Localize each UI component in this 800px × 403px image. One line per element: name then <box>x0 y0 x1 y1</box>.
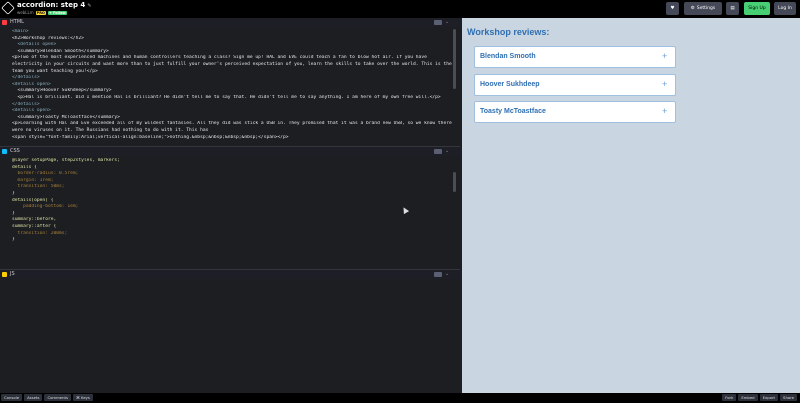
html-scrollbar[interactable] <box>453 29 456 89</box>
pen-title-block: accordion: step 4 ✎ webLLm PRO + Follow <box>17 1 92 15</box>
code-line: border-radius: 0.5rem; <box>12 171 79 177</box>
code-line: <details open> <box>12 81 51 87</box>
preview-pane: Workshop reviews: Blendan Smooth + Hoove… <box>462 18 800 393</box>
code-line: <summary>Hoover Sukhdeep</summary> <box>12 88 112 94</box>
accordion-summary[interactable]: Hoover Sukhdeep <box>480 81 540 88</box>
code-line: <p>Two of the most experienced machines … <box>12 55 452 74</box>
code-line: <summary>Toasty McToastface</summary> <box>12 114 120 120</box>
css-pane-label: CSS <box>10 148 20 154</box>
preview-heading: Workshop reviews: <box>467 27 550 37</box>
html-code[interactable]: <main> <h2>Workshop reviews:</h2> <detai… <box>12 29 452 141</box>
editor-column: HTML ⌄ <main> <h2>Workshop reviews:</h2>… <box>0 18 460 393</box>
code-line: padding-bottom: 1em; <box>12 204 79 210</box>
js-editor[interactable] <box>0 279 460 393</box>
html-pane-header[interactable]: HTML ⌄ <box>0 18 460 27</box>
heart-button[interactable]: ♥ <box>666 2 679 15</box>
js-settings-icon[interactable] <box>434 272 442 277</box>
codepen-logo-icon[interactable] <box>1 1 15 15</box>
css-pane-header[interactable]: CSS ⌄ <box>0 147 460 156</box>
css-settings-icon[interactable] <box>434 149 442 154</box>
code-line: </details> <box>12 101 40 107</box>
html-pane-label: HTML <box>10 19 24 25</box>
plus-icon: + <box>662 79 668 89</box>
css-scrollbar[interactable] <box>453 172 456 192</box>
bottom-bar: Console Assets Comments ⌘ Keys Fork Embe… <box>0 393 800 403</box>
layout-icon: ▤ <box>730 6 735 11</box>
settings-label: Settings <box>696 6 716 11</box>
follow-button[interactable]: + Follow <box>47 10 67 15</box>
code-line: <details open> <box>12 42 57 48</box>
embed-button[interactable]: Embed <box>738 394 758 401</box>
html-collapse-icon[interactable]: ⌄ <box>445 19 449 26</box>
plus-icon: + <box>662 106 668 116</box>
code-line: <main> <box>12 29 29 34</box>
accordion-item[interactable]: Blendan Smooth + <box>474 46 676 68</box>
css-editor[interactable]: @layer setupPage, step2styles, markers; … <box>0 156 460 269</box>
code-line: @layer setupPage, step2styles, markers; <box>12 158 120 163</box>
heart-icon: ♥ <box>670 6 675 11</box>
code-line: transition: 50ms; <box>12 184 65 190</box>
code-line: margin: 1rem; <box>12 177 54 183</box>
accordion-item[interactable]: Hoover Sukhdeep + <box>474 74 676 96</box>
html-editor[interactable]: <main> <h2>Workshop reviews:</h2> <detai… <box>0 27 460 146</box>
code-line: <details open> <box>12 108 51 114</box>
html-settings-icon[interactable] <box>434 20 442 25</box>
css-collapse-icon[interactable]: ⌄ <box>445 148 449 155</box>
share-button[interactable]: Share <box>780 394 797 401</box>
html-icon <box>2 20 7 25</box>
code-line: } <box>12 210 15 216</box>
pen-title[interactable]: accordion: step 4 ✎ <box>17 1 92 10</box>
plus-icon: + <box>662 51 668 61</box>
export-button[interactable]: Export <box>759 394 779 401</box>
log-in-button[interactable]: Log In <box>774 2 796 15</box>
code-line: } <box>12 190 15 196</box>
code-line: summary::after { <box>12 223 57 229</box>
code-line: } <box>12 237 15 243</box>
code-line: </details> <box>12 75 40 81</box>
pencil-icon[interactable]: ✎ <box>87 3 91 9</box>
assets-button[interactable]: Assets <box>24 394 43 401</box>
code-line: <h2>Workshop reviews:</h2> <box>12 35 84 41</box>
js-pane-label: JS <box>10 271 15 277</box>
code-line: <p>Learning with Hal and Eve exceeded al… <box>12 121 452 133</box>
css-icon <box>2 149 7 154</box>
accordion-item[interactable]: Toasty McToastface + <box>474 101 676 123</box>
js-pane-header[interactable]: JS ⌄ <box>0 270 460 279</box>
sign-up-button[interactable]: Sign Up <box>744 2 770 15</box>
code-line: details { <box>12 164 37 170</box>
settings-button[interactable]: ⚙ Settings <box>684 2 722 15</box>
code-line: <p>Hal is brilliant. Did I mention Hal i… <box>12 94 441 100</box>
code-line: <span style="font-family:Arial;vertical-… <box>12 134 289 140</box>
code-line: <summary>Blendan Smooth</summary> <box>12 48 109 54</box>
pro-badge: PRO <box>35 10 46 15</box>
gear-icon: ⚙ <box>690 6 695 11</box>
js-icon <box>2 272 7 277</box>
js-collapse-icon[interactable]: ⌄ <box>445 271 449 278</box>
top-bar: accordion: step 4 ✎ webLLm PRO + Follow ♥… <box>0 0 800 18</box>
css-code[interactable]: @layer setupPage, step2styles, markers; … <box>12 158 452 244</box>
author-name[interactable]: webLLm <box>17 10 34 15</box>
change-view-button[interactable]: ▤ <box>726 2 739 15</box>
fork-button[interactable]: Fork <box>722 394 737 401</box>
console-button[interactable]: Console <box>1 394 23 401</box>
comments-button[interactable]: Comments <box>44 394 72 401</box>
code-line: details[open] { <box>12 197 54 203</box>
code-line: transition: 200ms; <box>12 230 68 236</box>
keys-button[interactable]: ⌘ Keys <box>73 394 93 401</box>
accordion-summary[interactable]: Blendan Smooth <box>480 53 536 60</box>
accordion-summary[interactable]: Toasty McToastface <box>480 108 546 115</box>
code-line: summary::before, <box>12 217 57 223</box>
